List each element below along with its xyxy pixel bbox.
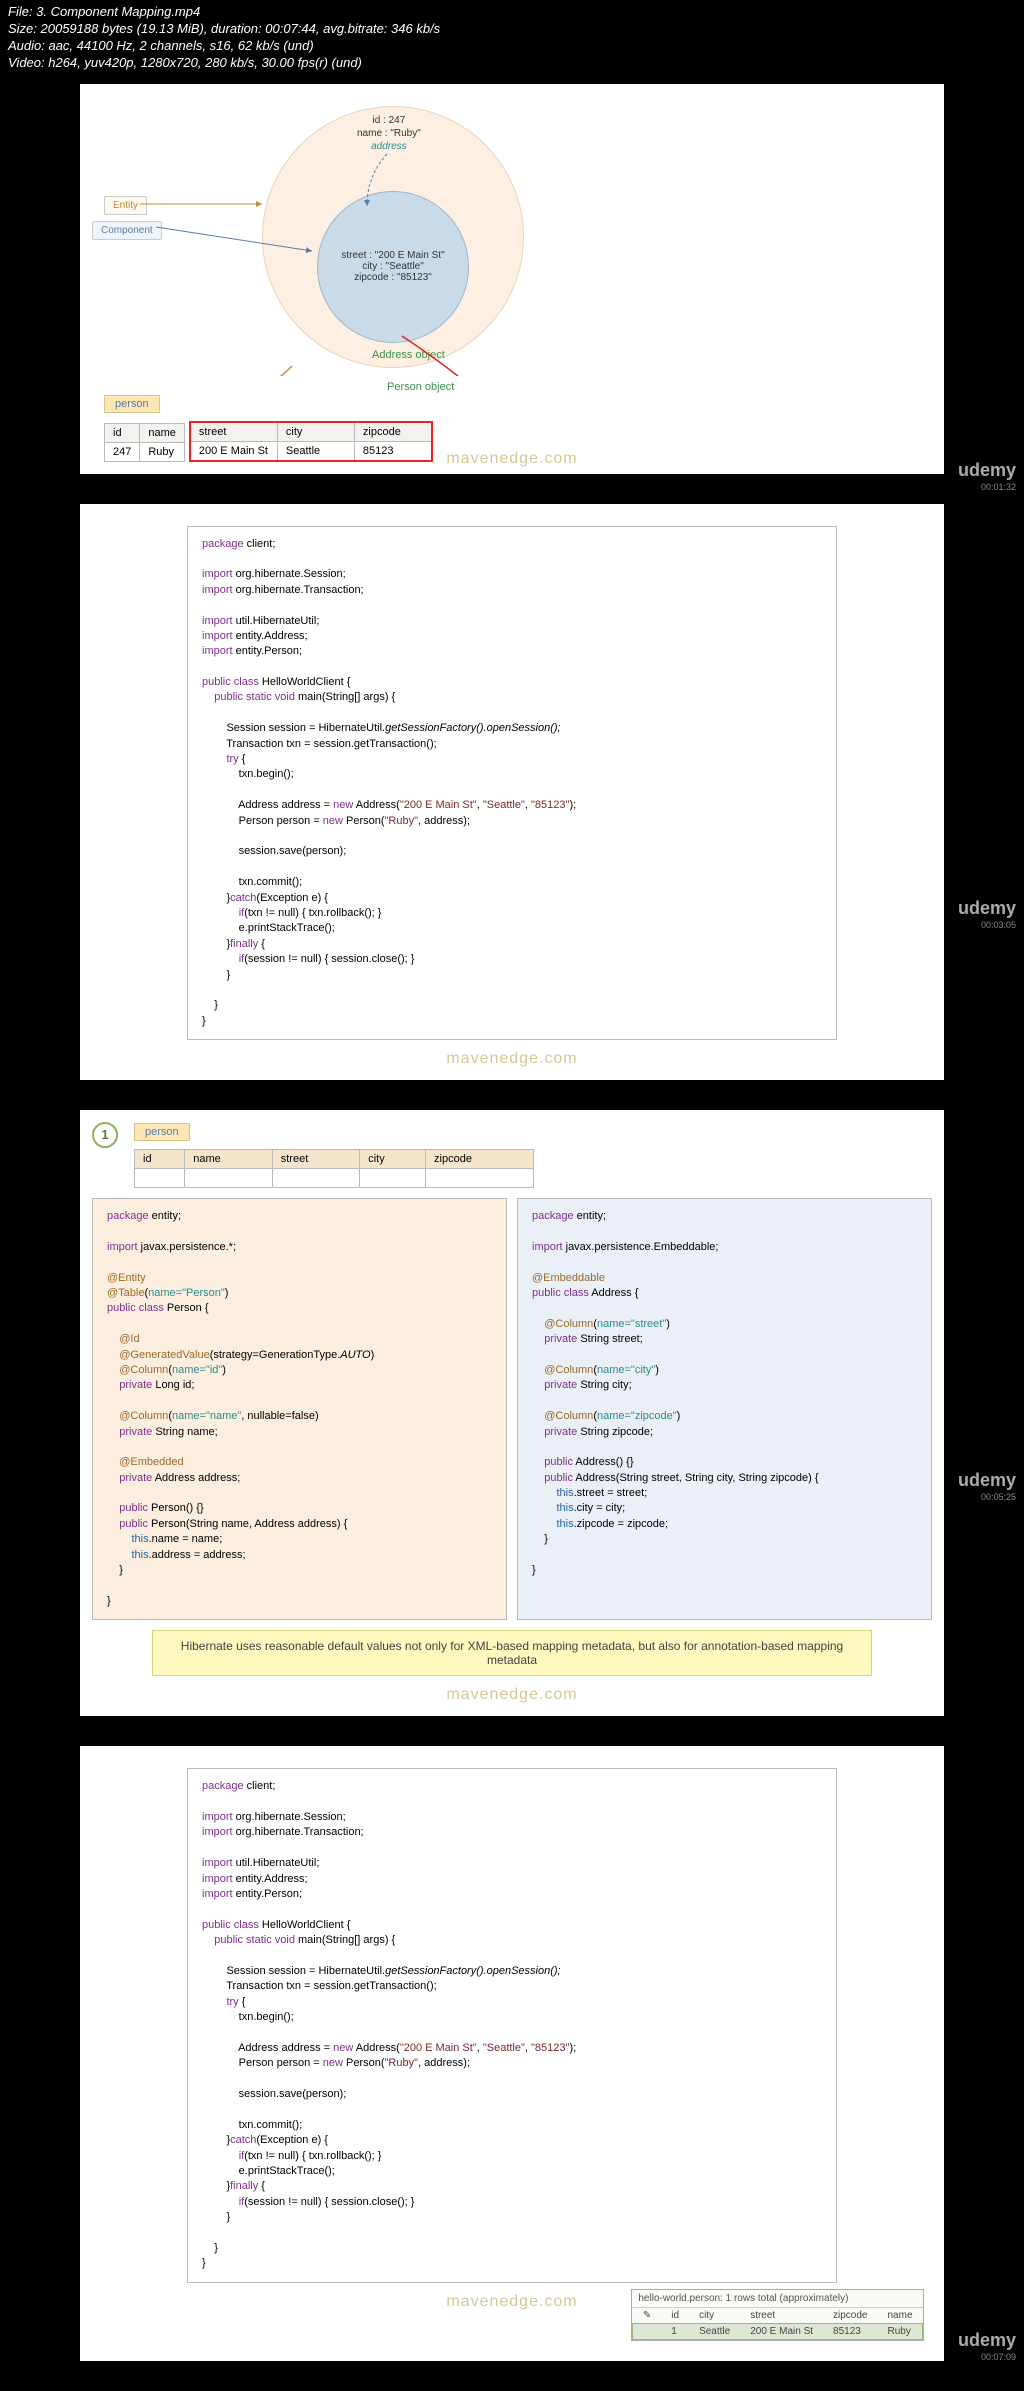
meta-video: Video: h264, yuv420p, 1280x720, 280 kb/s… (8, 55, 1016, 72)
person-table-caption: person (104, 395, 160, 413)
udemy-logo: udemy (958, 2330, 1016, 2351)
mavenedge-logo: mavenedge.com (80, 450, 944, 468)
timestamp-3: 00:05:25 (981, 1492, 1016, 1502)
slide-1: street : "200 E Main St" city : "Seattle… (80, 84, 944, 474)
mavenedge-logo: mavenedge.com (92, 1050, 932, 1068)
file-metadata: File: 3. Component Mapping.mp4 Size: 200… (0, 0, 1024, 76)
addr-street: street : "200 E Main St" (318, 250, 468, 261)
person-fields: id : 247 name : "Ruby" address (357, 114, 421, 153)
meta-audio: Audio: aac, 44100 Hz, 2 channels, s16, 6… (8, 38, 1016, 55)
mavenedge-logo: mavenedge.com (92, 1686, 932, 1704)
slide-3: 1 person id name street city zipcode pac… (80, 1110, 944, 1716)
step-badge: 1 (92, 1122, 118, 1148)
query-result: hello-world.person: 1 rows total (approx… (631, 2289, 924, 2341)
code-client-2: package client; import org.hibernate.Ses… (187, 1768, 837, 2283)
timestamp-2: 00:03:05 (981, 920, 1016, 930)
udemy-logo: udemy (958, 460, 1016, 481)
legend-component: Component (92, 221, 162, 240)
meta-file: File: 3. Component Mapping.mp4 (8, 4, 1016, 21)
timestamp-1: 00:01:32 (981, 482, 1016, 492)
slide-4: package client; import org.hibernate.Ses… (80, 1746, 944, 2361)
result-caption: hello-world.person: 1 rows total (approx… (632, 2290, 923, 2308)
legend-entity: Entity (104, 196, 147, 215)
timestamp-4: 00:07:09 (981, 2352, 1016, 2362)
hibernate-note: Hibernate uses reasonable default values… (152, 1630, 872, 1676)
person-table-headers: id name street city zipcode (134, 1149, 534, 1188)
code-client-1: package client; import org.hibernate.Ses… (187, 526, 837, 1041)
address-circle: street : "200 E Main St" city : "Seattle… (317, 191, 469, 343)
udemy-logo: udemy (958, 1470, 1016, 1491)
code-person-entity: package entity; import javax.persistence… (92, 1198, 507, 1620)
addr-city: city : "Seattle" (318, 261, 468, 272)
label-address-object: Address object (372, 349, 445, 361)
code-address-embeddable: package entity; import javax.persistence… (517, 1198, 932, 1620)
udemy-logo: udemy (958, 898, 1016, 919)
person-table-caption: person (134, 1123, 190, 1141)
meta-size: Size: 20059188 bytes (19.13 MiB), durati… (8, 21, 1016, 38)
slide-2: package client; import org.hibernate.Ses… (80, 504, 944, 1081)
addr-zip: zipcode : "85123" (318, 272, 468, 283)
label-person-object: Person object (387, 381, 454, 393)
